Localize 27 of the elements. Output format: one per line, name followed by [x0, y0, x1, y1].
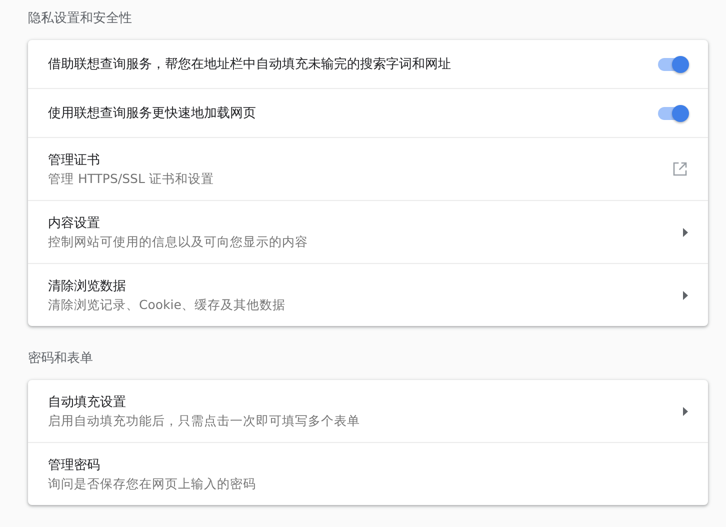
settings-row[interactable]: 管理密码 询问是否保存您在网页上输入的密码: [28, 442, 708, 505]
row-label: 管理证书: [48, 152, 101, 168]
row-description: 启用自动填充功能后，只需点击一次即可填写多个表单: [48, 412, 361, 430]
row-description: 控制网站可使用的信息以及可向您显示的内容: [48, 234, 309, 250]
settings-row[interactable]: 自动填充设置 启用自动填充功能后，只需点击一次即可填写多个表单: [28, 380, 708, 442]
row-label: 内容设置: [48, 214, 101, 232]
section-title: 密码和表单: [28, 350, 94, 368]
chevron-right-icon[interactable]: [682, 406, 688, 416]
row-label: 清除浏览数据: [48, 278, 127, 294]
row-description: 管理 HTTPS/SSL 证书和设置: [48, 170, 215, 188]
settings-row[interactable]: 清除浏览数据 清除浏览记录、Cookie、缓存及其他数据: [28, 263, 708, 326]
external-link-icon[interactable]: [672, 161, 688, 177]
settings-row[interactable]: 使用联想查询服务更快速地加载网页: [28, 88, 708, 137]
toggle-switch[interactable]: [658, 106, 688, 120]
row-label: 管理密码: [48, 456, 101, 474]
row-description: 询问是否保存您在网页上输入的密码: [48, 476, 257, 492]
settings-row[interactable]: 内容设置 控制网站可使用的信息以及可向您显示的内容: [28, 200, 708, 263]
section-title: 隐私设置和安全性: [28, 10, 133, 28]
toggle-switch[interactable]: [658, 58, 688, 70]
chevron-right-icon[interactable]: [682, 228, 688, 236]
row-label: 使用联想查询服务更快速地加载网页: [48, 105, 257, 122]
settings-row[interactable]: 借助联想查询服务，帮您在地址栏中自动填充未输完的搜索字词和网址: [28, 40, 708, 88]
settings-row[interactable]: 管理证书 管理 HTTPS/SSL 证书和设置: [28, 137, 708, 200]
row-description: 清除浏览记录、Cookie、缓存及其他数据: [48, 296, 286, 314]
row-label: 借助联想查询服务，帮您在地址栏中自动填充未输完的搜索字词和网址: [48, 56, 452, 73]
row-label: 自动填充设置: [48, 394, 127, 410]
chevron-right-icon[interactable]: [682, 290, 688, 300]
